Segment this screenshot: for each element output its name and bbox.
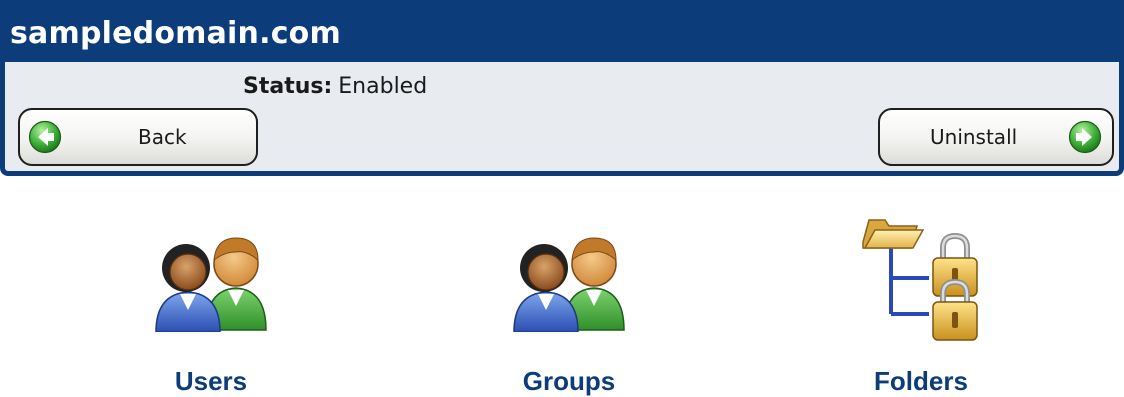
uninstall-button-label: Uninstall [930, 125, 1018, 149]
uninstall-button[interactable]: Uninstall [878, 108, 1114, 166]
folders-tile[interactable]: Folders [826, 219, 1016, 396]
groups-icon [513, 237, 625, 332]
back-button[interactable]: Back [18, 108, 258, 166]
arrow-left-icon [28, 120, 62, 154]
users-icon [155, 237, 267, 332]
back-button-label: Back [138, 125, 187, 149]
status-line: Status: Enabled [243, 74, 427, 99]
arrow-right-icon [1068, 120, 1102, 154]
groups-label: Groups [522, 366, 616, 396]
folders-label: Folders [874, 366, 968, 396]
users-label: Users [174, 366, 248, 396]
groups-tile[interactable]: Groups [474, 222, 664, 396]
domain-title: sampledomain.com [5, 0, 1119, 62]
status-label: Status: [243, 74, 333, 99]
users-tile[interactable]: Users [116, 222, 306, 396]
folders-lock-icon [862, 219, 978, 341]
domain-panel: sampledomain.com Status: Enabled Back Uni… [0, 0, 1124, 176]
status-value: Enabled [338, 74, 428, 99]
